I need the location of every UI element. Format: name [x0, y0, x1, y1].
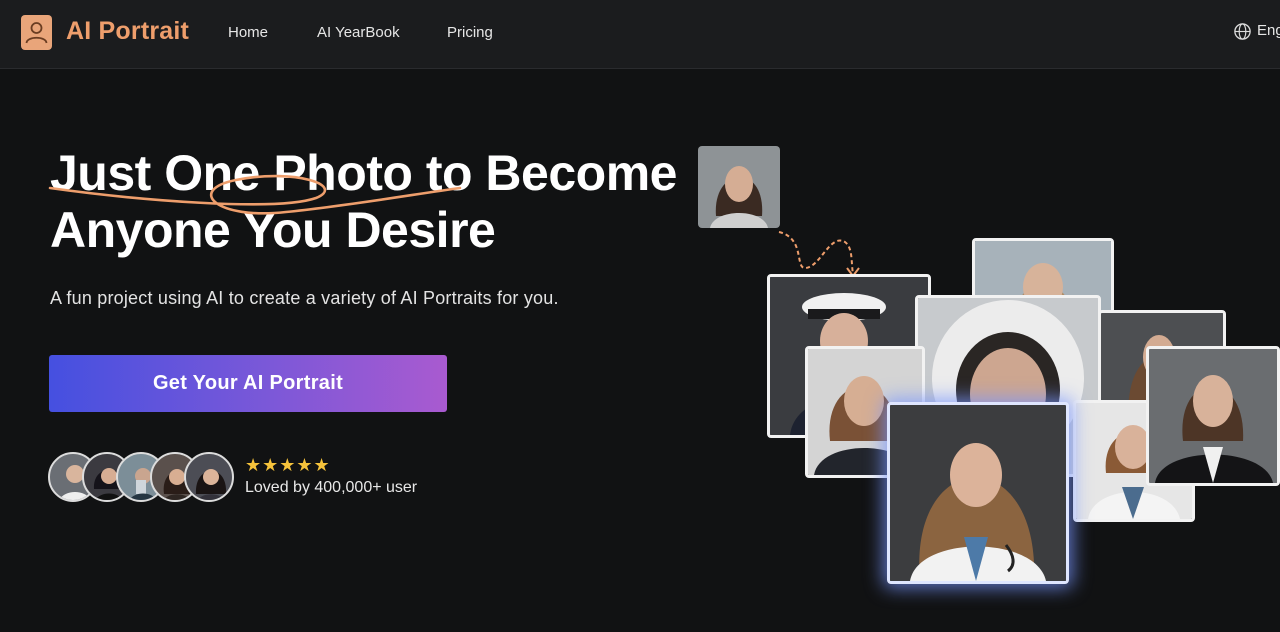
social-proof-text: Loved by 400,000+ user: [245, 479, 418, 496]
user-icon: [25, 22, 48, 44]
curved-arrow: [778, 231, 860, 278]
nav-ai-yearbook[interactable]: AI YearBook: [317, 24, 400, 41]
nav-pricing[interactable]: Pricing: [447, 24, 493, 41]
brand-name[interactable]: AI Portrait: [66, 17, 189, 46]
hero-subtitle: A fun project using AI to create a varie…: [50, 288, 559, 308]
featured-portrait-card: [887, 402, 1069, 584]
user-avatars: [48, 452, 234, 504]
logo-icon[interactable]: [21, 15, 52, 50]
portrait-card: [1146, 346, 1280, 486]
get-portrait-button[interactable]: Get Your AI Portrait: [49, 355, 447, 412]
source-photo: [698, 146, 780, 228]
language-selector[interactable]: English: [1257, 22, 1280, 39]
rating-stars: ★★★★★: [245, 455, 331, 475]
avatar: [184, 452, 234, 502]
top-nav: AI Portrait Home AI YearBook Pricing Eng…: [0, 0, 1280, 69]
globe-icon[interactable]: [1233, 22, 1252, 41]
nav-home[interactable]: Home: [228, 24, 268, 41]
underline-swoosh: [48, 174, 462, 215]
